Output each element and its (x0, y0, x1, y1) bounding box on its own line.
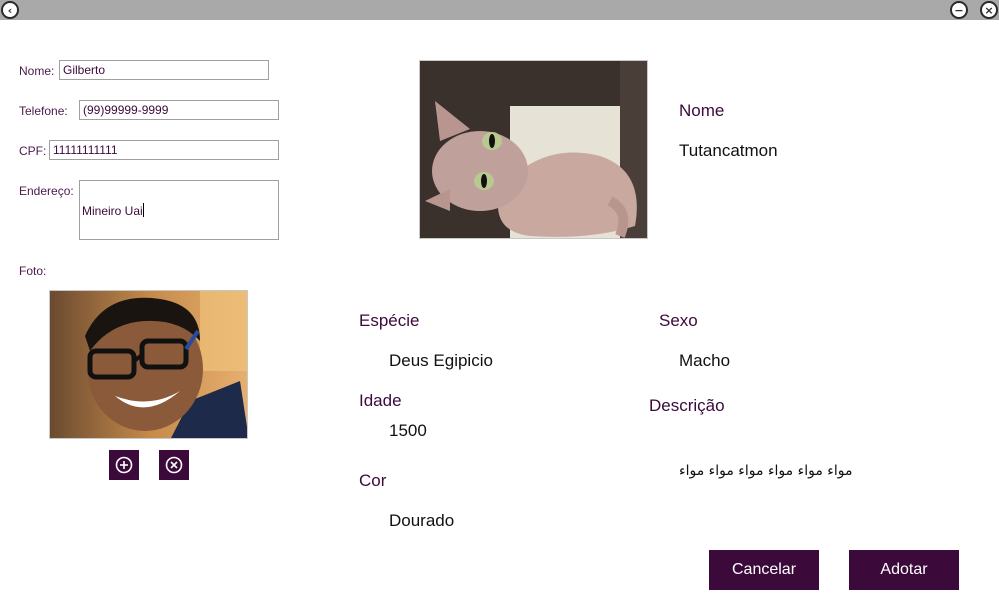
pet-photo (419, 60, 648, 239)
species-label: Espécie (359, 311, 420, 330)
adopt-button[interactable]: Adotar (849, 550, 959, 590)
adopter-name-label: Nome: (19, 64, 55, 78)
age-label: Idade (359, 391, 402, 410)
plus-circle-icon (115, 456, 133, 474)
age-value: 1500 (389, 421, 427, 440)
address-text: Mineiro Uai (82, 204, 143, 218)
back-icon[interactable]: ‹ (1, 1, 19, 19)
close-icon[interactable]: × (980, 1, 998, 19)
sex-label: Sexo (659, 311, 698, 330)
cpf-label: CPF: (19, 144, 47, 158)
adopter-name-field[interactable]: Gilberto (59, 60, 269, 80)
photo-label: Foto: (19, 264, 47, 278)
phone-label: Telefone: (19, 104, 68, 118)
pet-name-label: Nome (679, 101, 725, 120)
phone-field[interactable]: (99)99999-9999 (79, 100, 279, 120)
pet-name-value: Tutancatmon (679, 141, 778, 160)
text-caret (142, 203, 144, 217)
description-value: مواء مواء مواء مواء مواء مواء (679, 463, 853, 479)
color-value: Dourado (389, 511, 455, 530)
pet-photo-image (420, 61, 647, 238)
minimize-icon[interactable]: − (950, 1, 968, 19)
adopter-photo (49, 290, 248, 439)
add-photo-button[interactable] (109, 450, 139, 480)
cpf-field[interactable]: 11111111111 (49, 140, 279, 160)
species-value: Deus Egipicio (389, 351, 493, 370)
address-textarea[interactable]: Mineiro Uai (79, 180, 279, 240)
x-circle-icon (165, 456, 183, 474)
remove-photo-button[interactable] (159, 450, 189, 480)
address-label: Endereço: (19, 184, 74, 198)
cancel-button[interactable]: Cancelar (709, 550, 819, 590)
adopter-photo-image (50, 291, 247, 438)
sex-value: Macho (679, 351, 731, 370)
description-label: Descrição (649, 396, 725, 415)
color-label: Cor (359, 471, 387, 490)
window-titlebar: ‹ − × (0, 0, 999, 20)
